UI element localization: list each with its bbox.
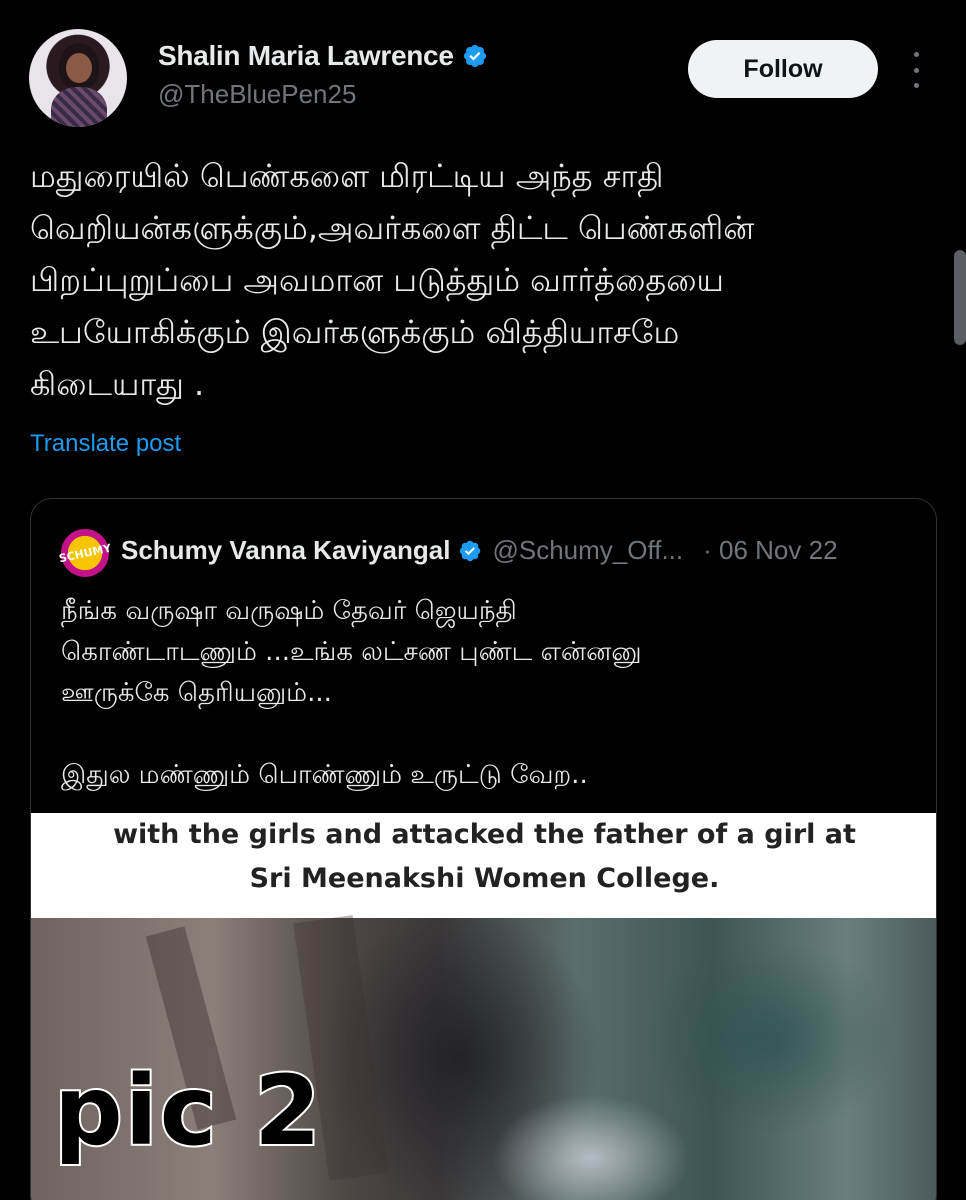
verified-badge-icon xyxy=(463,44,486,68)
scrollbar[interactable] xyxy=(954,250,966,345)
post-header: Shalin Maria Lawrence @TheBluePen25 Foll… xyxy=(0,0,966,140)
quoted-post-text: நீங்க வருஷா வருஷம் தேவர் ஜெயந்தி கொண்டாட… xyxy=(61,596,642,790)
media-caption: with the girls and attacked the father o… xyxy=(31,813,936,918)
author-handle[interactable]: @TheBluePen25 xyxy=(158,79,356,110)
quoted-post-date[interactable]: · 06 Nov 22 xyxy=(703,535,837,566)
quoted-author-avatar[interactable]: SCHUMY xyxy=(56,524,114,582)
author-name[interactable]: Shalin Maria Lawrence xyxy=(158,40,454,72)
pic-number-label: pic 2 xyxy=(52,1053,323,1169)
translate-post-link[interactable]: Translate post xyxy=(30,430,181,458)
media-caption-line-2: Sri Meenakshi Women College. xyxy=(249,863,720,894)
quoted-verified-badge-icon xyxy=(460,540,481,561)
quoted-author-name[interactable]: Schumy Vanna Kaviyangal xyxy=(121,535,450,566)
author-avatar[interactable] xyxy=(29,29,127,127)
author-name-row[interactable]: Shalin Maria Lawrence xyxy=(158,40,488,72)
media-caption-line-1: with the girls and attacked the father o… xyxy=(113,819,856,850)
quoted-author-handle[interactable]: @Schumy_Off... xyxy=(492,535,683,566)
quoted-author-row: Schumy Vanna Kaviyangal @Schumy_Off... ·… xyxy=(121,535,838,566)
follow-button[interactable]: Follow xyxy=(688,40,878,98)
post-text: மதுரையில் பெண்களை மிரட்டிய அந்த சாதி வெற… xyxy=(30,157,755,403)
more-options-icon[interactable] xyxy=(906,52,926,88)
